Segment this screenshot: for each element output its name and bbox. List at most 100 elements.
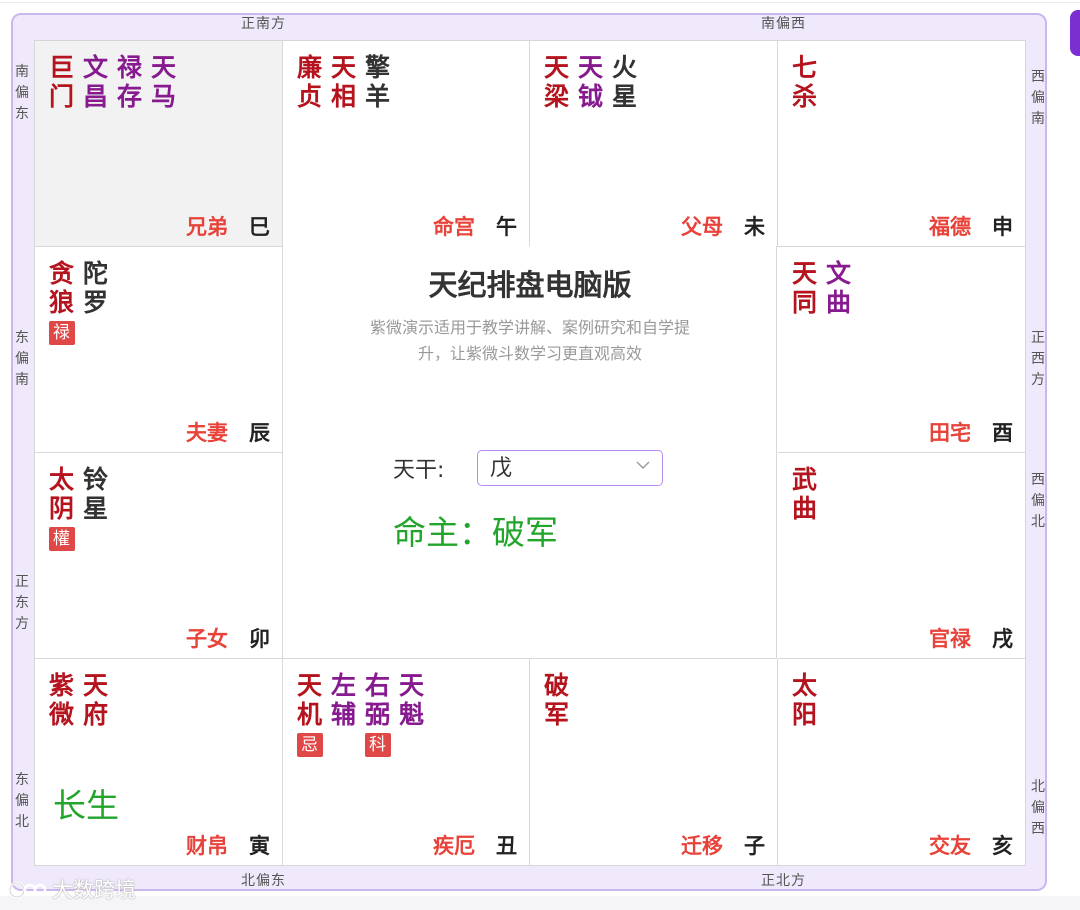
star-char: 魁 (398, 700, 424, 729)
star: 七杀 (788, 53, 821, 111)
star: 天马 (147, 53, 180, 111)
star-char: 天 (330, 53, 356, 82)
palace-zi[interactable]: 破军 迁移 子 (530, 659, 778, 865)
star: 天相 (327, 53, 360, 111)
logo-icon (8, 881, 47, 899)
palace-chen[interactable]: 贪狼禄陀罗 夫妻 辰 (35, 247, 283, 453)
star-char: 武 (791, 465, 817, 494)
star: 天府 (79, 671, 112, 729)
star-char: 狼 (48, 288, 74, 317)
stage-label: 长生 (53, 786, 119, 825)
watermark-text: 大数跨境 (52, 878, 136, 902)
star: 太阳 (788, 671, 821, 729)
palace-name: 父母 (681, 215, 723, 239)
star: 破军 (540, 671, 573, 729)
star-list: 天同文曲 (788, 259, 855, 317)
earthly-branch: 辰 (249, 421, 270, 445)
palace-name: 兄弟 (186, 215, 228, 239)
star: 天钺 (574, 53, 607, 111)
earthly-branch: 巳 (249, 215, 270, 239)
star-char: 火 (611, 53, 637, 82)
star-char: 星 (611, 82, 637, 111)
direction-bottom-left: 北偏东 (241, 873, 286, 889)
palace-name: 疾厄 (433, 834, 475, 858)
star-char: 羊 (364, 82, 390, 111)
star-char: 门 (48, 82, 74, 111)
star-char: 太 (791, 671, 817, 700)
star-list: 武曲 (788, 465, 821, 523)
top-divider (0, 2, 1080, 3)
earthly-branch: 戌 (992, 627, 1013, 651)
star-list: 紫微天府 (45, 671, 112, 729)
palace-yin[interactable]: 紫微天府 长生 财帛 寅 (35, 659, 283, 865)
bottom-bar (0, 896, 1080, 910)
star-char: 贪 (48, 259, 74, 288)
star-list: 廉贞天相擎羊 (293, 53, 394, 111)
earthly-branch: 午 (496, 215, 517, 239)
star-char: 辅 (330, 700, 356, 729)
star-char: 星 (82, 494, 108, 523)
star: 文曲 (822, 259, 855, 317)
palace-name: 子女 (186, 627, 228, 651)
star-char: 天 (150, 53, 176, 82)
palace-name: 财帛 (186, 834, 228, 858)
star-char: 天 (791, 259, 817, 288)
palace-you[interactable]: 天同文曲 田宅 酉 (778, 247, 1025, 453)
star-char: 昌 (82, 82, 108, 111)
star-char: 同 (791, 288, 817, 317)
side-tab-button[interactable] (1070, 10, 1080, 56)
star-char: 擎 (364, 53, 390, 82)
star: 紫微 (45, 671, 78, 729)
palace-name: 迁移 (681, 834, 723, 858)
star: 铃星 (79, 465, 112, 551)
direction-right-2: 正西方 (1031, 330, 1045, 388)
star-char: 钺 (577, 82, 603, 111)
tiangan-select[interactable]: 戊 (477, 450, 663, 486)
star-list: 太阳 (788, 671, 821, 729)
star-char: 马 (150, 82, 176, 111)
palace-mao[interactable]: 太阴權铃星 子女 卯 (35, 453, 283, 659)
star-char: 罗 (82, 288, 108, 317)
palace-wei[interactable]: 天梁天钺火星 父母 未 (530, 41, 778, 247)
star-char: 曲 (825, 288, 851, 317)
star-char: 阴 (48, 494, 74, 523)
page-title: 天纪排盘电脑版 (428, 268, 632, 302)
direction-top-right: 南偏西 (761, 16, 806, 32)
earthly-branch: 未 (744, 215, 765, 239)
star-list: 贪狼禄陀罗 (45, 259, 112, 345)
star-char: 梁 (543, 82, 569, 111)
star-list: 太阴權铃星 (45, 465, 112, 551)
star: 右弼科 (361, 671, 394, 757)
palace-hai[interactable]: 太阳 交友 亥 (778, 659, 1025, 865)
star-char: 贞 (296, 82, 322, 111)
star: 天同 (788, 259, 821, 317)
star: 禄存 (113, 53, 146, 111)
star-char: 机 (296, 700, 322, 729)
direction-left-3: 正东方 (15, 574, 29, 632)
star: 天魁 (395, 671, 428, 757)
transformation-badge: 忌 (296, 733, 323, 757)
star: 文昌 (79, 53, 112, 111)
palace-si[interactable]: 巨门文昌禄存天马 兄弟 巳 (35, 41, 283, 247)
star: 太阴權 (45, 465, 78, 551)
star-char: 紫 (48, 671, 74, 700)
star-char: 廉 (296, 53, 322, 82)
star: 巨门 (45, 53, 78, 111)
palace-chou[interactable]: 天机忌左辅右弼科天魁 疾厄 丑 (283, 659, 530, 865)
star-list: 七杀 (788, 53, 821, 111)
direction-right-3: 西偏北 (1031, 472, 1045, 530)
earthly-branch: 亥 (992, 834, 1013, 858)
star-list: 天机忌左辅右弼科天魁 (293, 671, 428, 757)
star-list: 破军 (540, 671, 573, 729)
earthly-branch: 申 (992, 215, 1013, 239)
transformation-badge: 科 (364, 733, 391, 757)
star-char: 存 (116, 82, 142, 111)
palace-shen[interactable]: 七杀 福德 申 (778, 41, 1025, 247)
star-list: 巨门文昌禄存天马 (45, 53, 180, 111)
direction-bottom-right: 正北方 (761, 873, 806, 889)
palace-wu[interactable]: 廉贞天相擎羊 命宫 午 (283, 41, 530, 247)
transformation-badge: 權 (48, 527, 75, 551)
palace-xu[interactable]: 武曲 官禄 戌 (778, 453, 1025, 659)
star-char: 巨 (48, 53, 74, 82)
direction-right-1: 西偏南 (1031, 69, 1045, 127)
